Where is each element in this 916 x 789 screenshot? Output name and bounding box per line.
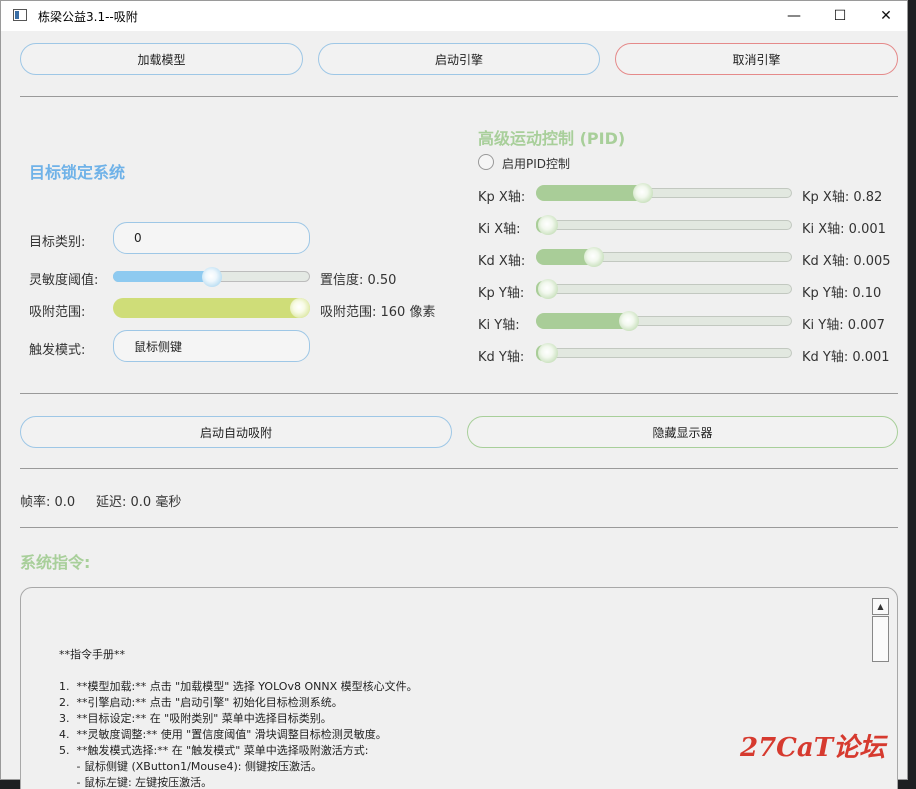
load-model-button[interactable]: 加载模型 (20, 43, 303, 75)
target-lock-title: 目标锁定系统 (29, 163, 126, 182)
pid-slider-handle[interactable] (538, 279, 558, 299)
hide-display-button[interactable]: 隐藏显示器 (467, 416, 898, 448)
target-class-label: 目标类别: (29, 235, 86, 250)
divider (20, 393, 898, 394)
pid-slider-value: Kp Y轴: 0.10 (802, 286, 882, 301)
pid-slider[interactable] (536, 247, 792, 267)
app-window-icon (13, 9, 27, 21)
pid-enable-radio[interactable] (478, 154, 494, 170)
pid-slider-handle[interactable] (619, 311, 640, 331)
fps-status: 帧率: 0.0 (20, 495, 76, 510)
pid-slider-value: Ki Y轴: 0.007 (802, 318, 885, 333)
target-class-select[interactable]: 0 (113, 222, 310, 254)
pid-slider-fill (536, 185, 646, 201)
pid-slider-label: Kp X轴: (478, 190, 526, 205)
minimize-button[interactable]: — (771, 1, 817, 31)
close-icon: ✕ (880, 8, 892, 24)
start-engine-button[interactable]: 启动引擎 (318, 43, 600, 75)
pid-slider-label: Ki X轴: (478, 222, 521, 237)
pid-slider-label: Ki Y轴: (478, 318, 520, 333)
trigger-mode-select[interactable]: 鼠标侧键 (113, 330, 310, 362)
pid-slider-value: Ki X轴: 0.001 (802, 222, 886, 237)
window-title: 栋梁公益3.1--吸附 (38, 10, 138, 24)
pid-slider-track (536, 348, 792, 358)
pid-slider[interactable] (536, 183, 792, 203)
cancel-engine-button[interactable]: 取消引擎 (615, 43, 898, 75)
pid-slider[interactable] (536, 279, 792, 299)
pid-slider-value: Kd Y轴: 0.001 (802, 350, 890, 365)
manual-line: 1. **模型加载:** 点击 "加载模型" 选择 YOLOv8 ONNX 模型… (59, 680, 418, 693)
pid-slider-label: Kd Y轴: (478, 350, 525, 365)
confidence-slider-handle[interactable] (201, 267, 222, 287)
app-window: 栋梁公益3.1--吸附 — ☐ ✕ 加载模型 启动引擎 取消引擎 目标锁定系统 … (0, 0, 908, 789)
pid-slider-value: Kp X轴: 0.82 (802, 190, 883, 205)
pid-slider-handle[interactable] (538, 343, 558, 363)
title-bar[interactable]: 栋梁公益3.1--吸附 — ☐ ✕ (1, 1, 907, 31)
pid-slider-fill (536, 313, 632, 329)
range-slider-track (113, 298, 310, 318)
manual-line: 5. **触发模式选择:** 在 "触发模式" 菜单中选择吸附激活方式: (59, 744, 369, 757)
divider (20, 468, 898, 469)
manual-line: 2. **引擎启动:** 点击 "启动引擎" 初始化目标检测系统。 (59, 696, 343, 709)
manual-line: - 鼠标侧键 (XButton1/Mouse4): 侧键按压激活。 (59, 760, 323, 773)
pid-title: 高级运动控制 (PID) (478, 129, 626, 148)
pid-slider-handle[interactable] (633, 183, 654, 203)
pid-slider-value: Kd X轴: 0.005 (802, 254, 891, 269)
scroll-thumb[interactable] (872, 616, 889, 662)
manual-line: 4. **灵敏度调整:** 使用 "置信度阈值" 滑块调整目标检测灵敏度。 (59, 728, 387, 741)
trigger-mode-label: 触发模式: (29, 343, 86, 358)
pid-slider[interactable] (536, 343, 792, 363)
pid-slider-track (536, 284, 792, 294)
maximize-button[interactable]: ☐ (817, 1, 863, 31)
forum-watermark: 27CaT论坛 (740, 733, 886, 763)
manual-title: 系统指令: (20, 553, 91, 572)
pid-slider-track (536, 220, 792, 230)
manual-line: **指令手册** (59, 648, 125, 661)
pid-slider-label: Kp Y轴: (478, 286, 525, 301)
main-content: 加载模型 启动引擎 取消引擎 目标锁定系统 目标类别: 0 灵敏度阈值: 置信度… (1, 31, 907, 789)
range-value: 吸附范围: 160 像素 (320, 305, 436, 320)
maximize-icon: ☐ (833, 8, 847, 24)
divider (20, 96, 898, 97)
confidence-slider[interactable] (113, 267, 310, 287)
pid-enable-label: 启用PID控制 (502, 157, 571, 171)
confidence-slider-fill (113, 271, 212, 282)
range-slider[interactable] (113, 297, 310, 319)
divider (20, 527, 898, 528)
range-label: 吸附范围: (29, 305, 86, 320)
manual-line: - 鼠标左键: 左键按压激活。 (59, 776, 213, 789)
confidence-value: 置信度: 0.50 (320, 273, 397, 288)
close-button[interactable]: ✕ (863, 1, 909, 31)
manual-line: 3. **目标设定:** 在 "吸附类别" 菜单中选择目标类别。 (59, 712, 332, 725)
sensitivity-label: 灵敏度阈值: (29, 273, 99, 288)
auto-aim-button[interactable]: 启动自动吸附 (20, 416, 452, 448)
scroll-up-icon[interactable]: ▲ (872, 598, 889, 615)
latency-status: 延迟: 0.0 毫秒 (96, 495, 182, 510)
pid-slider[interactable] (536, 311, 792, 331)
pid-slider-handle[interactable] (584, 247, 605, 267)
pid-slider[interactable] (536, 215, 792, 235)
minimize-icon: — (787, 8, 801, 24)
pid-slider-label: Kd X轴: (478, 254, 526, 269)
desktop-background (908, 0, 916, 789)
range-slider-handle[interactable] (290, 298, 310, 318)
pid-slider-handle[interactable] (538, 215, 558, 235)
